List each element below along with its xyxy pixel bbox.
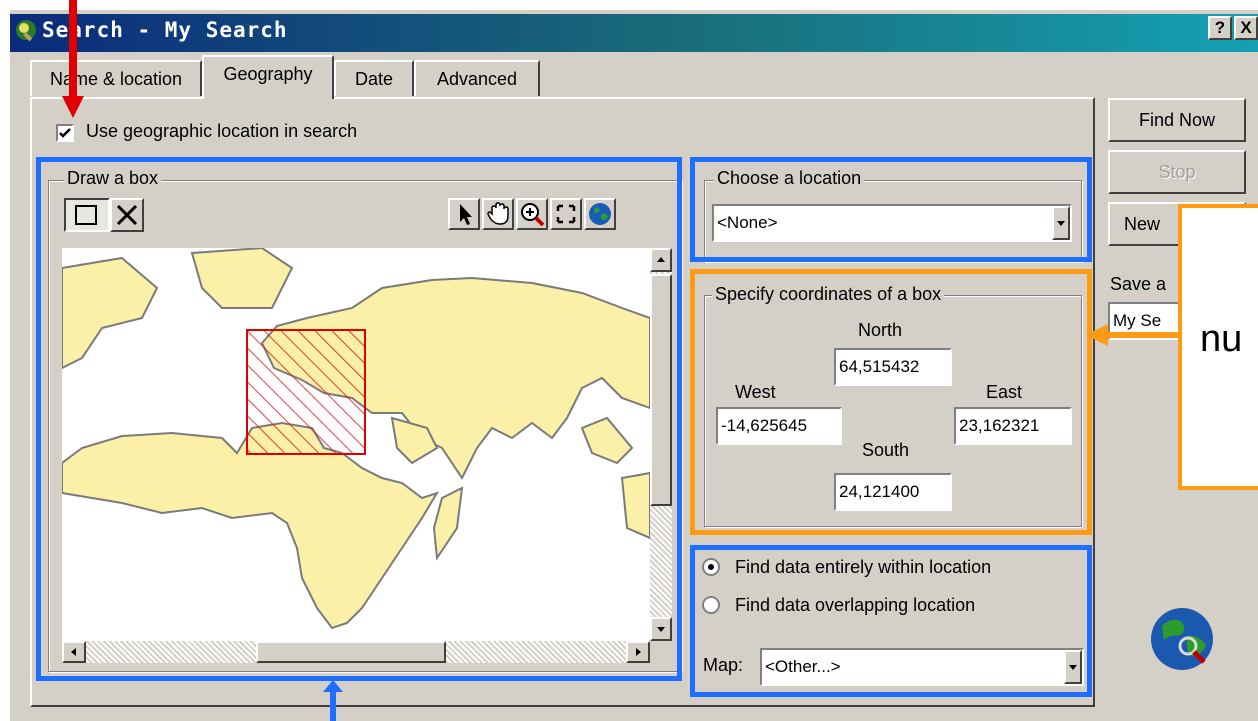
- tab-geography[interactable]: Geography: [202, 55, 334, 99]
- annotation-arrows: [62, 0, 1178, 721]
- orange-arrow-to-coordinates: [1086, 324, 1178, 346]
- blue-arrow-to-map: [323, 680, 343, 721]
- red-arrow-to-checkbox: [62, 0, 84, 118]
